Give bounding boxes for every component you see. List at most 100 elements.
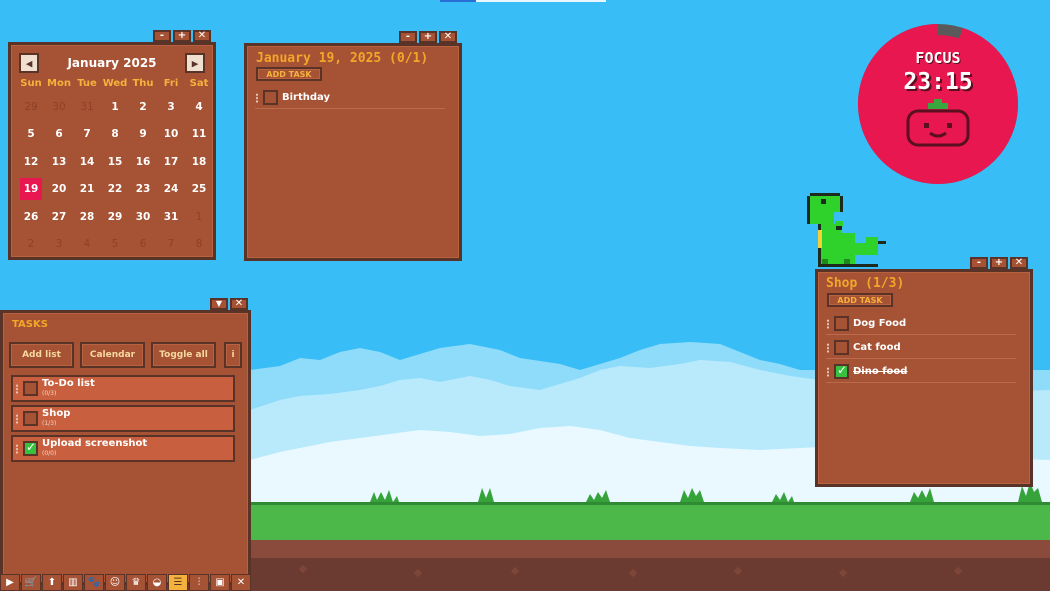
task-list-item[interactable]: Shop (1/3): [11, 405, 235, 432]
calendar-day[interactable]: 2: [17, 231, 45, 258]
list-checkbox[interactable]: [23, 411, 38, 426]
calendar-day[interactable]: 9: [129, 121, 157, 148]
calendar-button[interactable]: Calendar: [80, 342, 145, 368]
calendar-day[interactable]: 7: [73, 121, 101, 148]
pomodoro-timer[interactable]: FOCUS 23:15: [854, 21, 1022, 187]
close-button[interactable]: ✕: [230, 298, 248, 310]
twitch-button[interactable]: ▣: [210, 574, 230, 591]
add-list-button[interactable]: Add list: [9, 342, 74, 368]
calendar-day[interactable]: 6: [45, 121, 73, 148]
sliders-button[interactable]: ⫶: [189, 574, 209, 591]
add-task-button[interactable]: ADD TASK: [256, 67, 322, 81]
drag-handle-icon[interactable]: [15, 383, 19, 394]
task-checkbox[interactable]: [834, 340, 849, 355]
bowl-button[interactable]: ◒: [147, 574, 167, 591]
calendar-day[interactable]: 11: [185, 121, 213, 148]
calendar-day[interactable]: 8: [185, 231, 213, 258]
dropdown-button[interactable]: ▼: [210, 298, 228, 310]
calendar-day[interactable]: 13: [45, 149, 73, 176]
close-icon: ✕: [236, 577, 246, 588]
calendar-day[interactable]: 22: [101, 176, 129, 203]
calendar-day[interactable]: 24: [157, 176, 185, 203]
calendar-day[interactable]: 3: [157, 94, 185, 121]
calendar-day[interactable]: 5: [101, 231, 129, 258]
task-list-item[interactable]: To-Do list (0/3): [11, 375, 235, 402]
calendar-day[interactable]: 31: [157, 204, 185, 231]
task-list-item[interactable]: Upload screenshot(0/0): [11, 435, 235, 462]
calendar-day[interactable]: 8: [101, 121, 129, 148]
calendar-day-today[interactable]: 19: [17, 176, 45, 203]
calendar-day[interactable]: 3: [45, 231, 73, 258]
maximize-button[interactable]: +: [419, 31, 437, 43]
maximize-button[interactable]: +: [990, 257, 1008, 269]
weekday-label: Mon: [47, 78, 71, 89]
calendar-day[interactable]: 10: [157, 121, 185, 148]
next-month-button[interactable]: ▶: [185, 53, 205, 73]
calendar-day[interactable]: 30: [129, 204, 157, 231]
calendar-day[interactable]: 25: [185, 176, 213, 203]
drag-handle-icon[interactable]: [255, 92, 259, 103]
close-button[interactable]: ✕: [193, 30, 211, 42]
calendar-day[interactable]: 12: [17, 149, 45, 176]
minimize-button[interactable]: -: [153, 30, 171, 42]
info-button[interactable]: i: [224, 342, 242, 368]
calendar-day[interactable]: 30: [45, 94, 73, 121]
calendar-day[interactable]: 18: [185, 149, 213, 176]
calendar-day[interactable]: 29: [101, 204, 129, 231]
drag-handle-icon[interactable]: [15, 413, 19, 424]
drag-handle-icon[interactable]: [826, 342, 830, 353]
calendar-day[interactable]: 20: [45, 176, 73, 203]
cart-button[interactable]: 🛒: [21, 574, 41, 591]
trophy-button[interactable]: ♛: [126, 574, 146, 591]
close-button[interactable]: ✕: [231, 574, 251, 591]
calendar-day[interactable]: 6: [129, 231, 157, 258]
calendar-day[interactable]: 5: [17, 121, 45, 148]
minimize-button[interactable]: -: [399, 31, 417, 43]
calendar-day[interactable]: 31: [73, 94, 101, 121]
task-row[interactable]: Cat food: [826, 337, 1016, 359]
prev-month-button[interactable]: ◀: [19, 53, 39, 73]
calendar-day[interactable]: 23: [129, 176, 157, 203]
stats-button[interactable]: ▥: [63, 574, 83, 591]
calendar-day[interactable]: 27: [45, 204, 73, 231]
play-button[interactable]: ▶: [0, 574, 20, 591]
task-checkbox[interactable]: [834, 316, 849, 331]
calendar-day[interactable]: 1: [101, 94, 129, 121]
list-checkbox[interactable]: [23, 440, 38, 456]
calendar-day[interactable]: 15: [101, 149, 129, 176]
calendar-day-number: 3: [55, 237, 63, 250]
maximize-button[interactable]: +: [173, 30, 191, 42]
calendar-day[interactable]: 4: [185, 94, 213, 121]
calendar-day[interactable]: 14: [73, 149, 101, 176]
arrow-up-button[interactable]: ⬆: [42, 574, 62, 591]
calendar-day[interactable]: 2: [129, 94, 157, 121]
paw-button[interactable]: 🐾: [84, 574, 104, 591]
arrow-up-icon: ⬆: [47, 577, 57, 588]
minimize-button[interactable]: -: [970, 257, 988, 269]
calendar-day[interactable]: 17: [157, 149, 185, 176]
task-row[interactable]: Birthday: [255, 87, 445, 109]
drag-handle-icon[interactable]: [15, 443, 19, 454]
calendar-day[interactable]: 21: [73, 176, 101, 203]
drag-handle-icon[interactable]: [826, 318, 830, 329]
task-checkbox[interactable]: [263, 90, 278, 105]
calendar-day[interactable]: 7: [157, 231, 185, 258]
calendar-day[interactable]: 1: [185, 204, 213, 231]
task-row[interactable]: Dino food: [826, 361, 1016, 383]
calendar-day[interactable]: 4: [73, 231, 101, 258]
list-button[interactable]: ☰: [168, 574, 188, 591]
task-row[interactable]: Dog Food: [826, 313, 1016, 335]
dino-mascot[interactable]: [800, 193, 890, 271]
add-task-button[interactable]: ADD TASK: [827, 293, 893, 307]
list-checkbox[interactable]: [23, 381, 38, 396]
calendar-day[interactable]: 16: [129, 149, 157, 176]
task-checkbox[interactable]: [834, 363, 849, 379]
calendar-day[interactable]: 26: [17, 204, 45, 231]
calendar-day[interactable]: 29: [17, 94, 45, 121]
face-button[interactable]: ☺: [105, 574, 125, 591]
calendar-day[interactable]: 28: [73, 204, 101, 231]
toggle-all-button[interactable]: Toggle all: [151, 342, 216, 368]
close-button[interactable]: ✕: [1010, 257, 1028, 269]
drag-handle-icon[interactable]: [826, 366, 830, 377]
close-button[interactable]: ✕: [439, 31, 457, 43]
